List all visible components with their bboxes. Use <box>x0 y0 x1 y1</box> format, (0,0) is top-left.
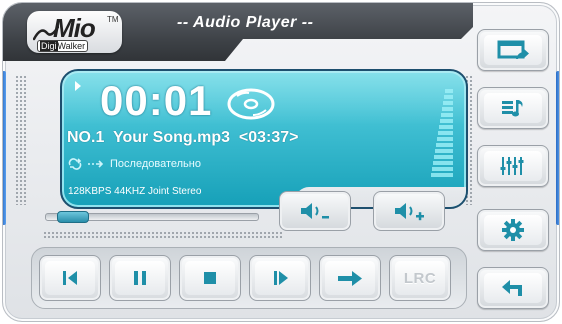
track-title: Your Song.mp3 <box>112 129 230 146</box>
previous-button[interactable] <box>39 255 101 301</box>
back-button-face <box>484 273 542 303</box>
level-meter-bar <box>435 149 453 153</box>
skip-back-icon <box>63 271 77 285</box>
repeat-mode-button-face <box>325 261 375 295</box>
equalizer-icon <box>500 157 524 175</box>
play-mode: Последовательно <box>68 158 201 170</box>
sequence-arrow-icon <box>88 160 104 168</box>
volume-up-button[interactable] <box>373 191 445 231</box>
track-length: <03:37> <box>238 129 299 146</box>
pause-icon <box>134 271 146 285</box>
level-meter-bar <box>445 89 453 93</box>
left-speaker-grille <box>15 75 27 205</box>
repeat-icon <box>68 158 82 170</box>
playlist-button[interactable] <box>477 87 549 129</box>
level-meter-bar <box>443 101 453 105</box>
play-state-icon <box>75 81 81 91</box>
left-edge-light <box>3 71 6 225</box>
level-meter-bar <box>432 167 453 171</box>
window-title: -- Audio Player -- <box>177 14 314 31</box>
volume-up-icon <box>395 203 424 221</box>
digiwalker-badge-dark: Digi <box>40 41 58 51</box>
right-edge-light <box>556 71 559 225</box>
level-meter-bar <box>442 107 453 111</box>
level-meter <box>431 89 453 181</box>
return-arrow-icon <box>502 280 522 296</box>
volume-down-button[interactable] <box>279 191 351 231</box>
level-meter-bar <box>444 95 453 99</box>
level-meter-bar <box>437 137 453 141</box>
level-meter-bar <box>441 113 453 117</box>
stop-button-face <box>185 261 235 295</box>
repeat-mode-button[interactable] <box>319 255 381 301</box>
equalizer-button-face <box>484 151 542 181</box>
settings-button-face <box>484 215 542 245</box>
level-meter-bar <box>440 119 453 123</box>
level-meter-bar <box>436 143 453 147</box>
level-meter-bar <box>439 125 453 129</box>
stop-icon <box>204 272 216 284</box>
gear-icon <box>502 219 524 241</box>
level-meter-bar <box>433 161 453 165</box>
player-frame: Mio TM DigiWalker -- Audio Player -- 00:… <box>2 2 560 322</box>
next-button[interactable] <box>249 255 311 301</box>
open-folder-button-face <box>484 35 542 65</box>
back-button[interactable] <box>477 267 549 309</box>
level-meter-bar <box>438 131 453 135</box>
open-folder-button[interactable] <box>477 29 549 71</box>
volume-down-icon <box>301 203 329 219</box>
pause-button-face <box>115 261 165 295</box>
seek-handle[interactable] <box>56 211 89 223</box>
skip-forward-icon <box>274 271 288 285</box>
previous-button-face <box>45 261 95 295</box>
lyrics-button-face: LRC <box>395 261 445 295</box>
track-number: NO.1 <box>67 129 105 146</box>
stop-button[interactable] <box>179 255 241 301</box>
mio-logo: Mio TM DigiWalker <box>27 11 122 53</box>
lyrics-button-label: LRC <box>403 269 437 287</box>
digiwalker-badge: DigiWalker <box>37 40 89 52</box>
audio-player-window: Mio TM DigiWalker -- Audio Player -- 00:… <box>0 0 562 324</box>
next-button-face <box>255 261 305 295</box>
playlist-button-face <box>484 93 542 123</box>
disc-icon <box>227 88 275 120</box>
lower-grille <box>43 231 283 239</box>
folder-up-icon <box>497 40 529 59</box>
level-meter-bar <box>431 173 453 177</box>
settings-button[interactable] <box>477 209 549 251</box>
arrow-right-icon <box>338 271 362 286</box>
now-playing-display: 00:01 NO.1 Your Song.mp3 <03:37> Последо… <box>60 69 468 209</box>
equalizer-button[interactable] <box>477 145 549 187</box>
trademark-mark: TM <box>107 15 119 24</box>
lyrics-button[interactable]: LRC <box>389 255 451 301</box>
bitrate-info: 128KBPS 44KHZ Joint Stereo <box>68 186 202 197</box>
digiwalker-badge-light: Walker <box>57 41 86 51</box>
level-meter-bar <box>434 155 453 159</box>
playlist-icon <box>502 100 523 117</box>
elapsed-time: 00:01 <box>100 77 213 124</box>
pause-button[interactable] <box>109 255 171 301</box>
seek-bar[interactable] <box>45 211 259 223</box>
track-info: NO.1 Your Song.mp3 <03:37> <box>67 129 299 147</box>
play-mode-label: Последовательно <box>110 158 201 170</box>
